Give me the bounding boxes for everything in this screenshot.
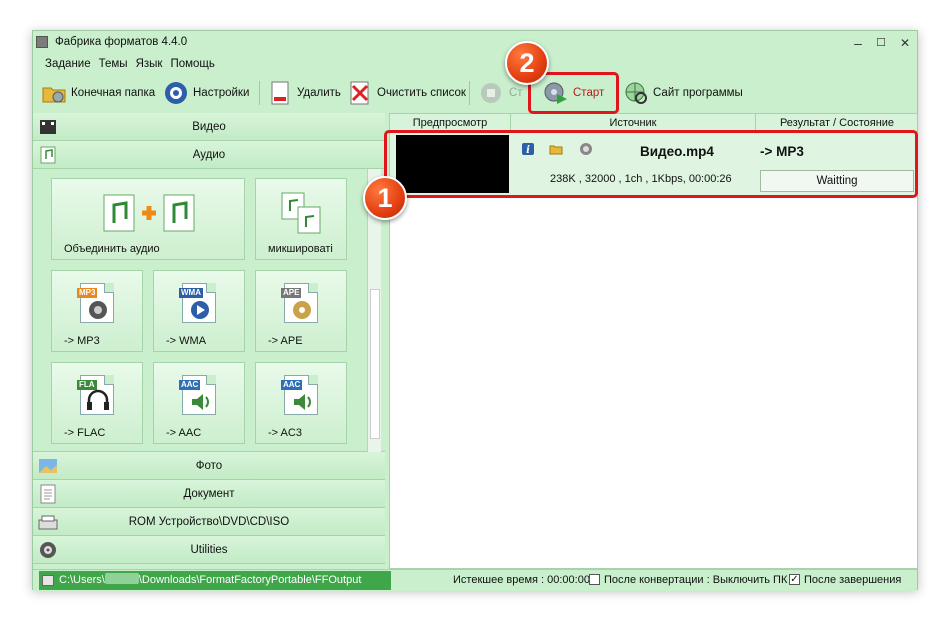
clear-list-label: Очистить список <box>377 87 466 99</box>
photo-icon <box>38 456 58 476</box>
after-conversion-label: После конвертации : Выключить ПК <box>604 574 788 586</box>
close-button[interactable]: ✕ <box>895 34 915 52</box>
website-button[interactable]: Сайт программы <box>623 80 743 106</box>
category-audio[interactable]: Аудио <box>33 141 385 169</box>
menu-task[interactable]: Задание <box>41 55 95 73</box>
output-path-suffix: \Downloads\FormatFactoryPortable\FFOutpu… <box>138 574 362 586</box>
merge-audio-icon <box>102 191 196 238</box>
category-panel: Видео Аудио Объединить аудио микшироваті <box>33 113 385 569</box>
tile-label: -> APE <box>268 335 303 347</box>
tile-label: -> WMA <box>166 335 207 347</box>
aac-tile[interactable]: AAC -> AAC <box>153 362 245 444</box>
output-path-prefix: C:\Users\ <box>59 574 105 586</box>
stop-button[interactable]: Ст <box>479 80 523 106</box>
scrollbar-thumb[interactable] <box>370 289 380 439</box>
output-folder-label: Конечная папка <box>71 87 156 99</box>
category-video-label: Видео <box>192 121 226 133</box>
globe-icon <box>623 80 649 106</box>
output-path[interactable]: C:\Users\ \Downloads\FormatFactoryPortabl… <box>39 571 391 590</box>
settings-label: Настройки <box>193 87 250 99</box>
audio-tiles-grid: Объединить аудио микшироваті MP3 -> MP3 <box>33 169 385 452</box>
after-finish-label: После завершения <box>804 574 902 586</box>
category-photo[interactable]: Фото <box>33 452 385 480</box>
document-icon <box>38 484 58 504</box>
delete-button[interactable]: Удалить <box>267 80 341 106</box>
mix-audio-icon <box>280 191 324 238</box>
play-disc-icon: WMA <box>179 283 216 323</box>
tile-label: -> MP3 <box>64 335 100 347</box>
category-photo-label: Фото <box>195 460 223 472</box>
delete-icon <box>267 80 293 106</box>
cd-icon: APE <box>281 283 318 323</box>
menu-bar: Задание Темы Язык Помощь <box>33 55 917 73</box>
menu-language[interactable]: Язык <box>132 55 167 73</box>
step-badge-1: 1 <box>363 176 407 220</box>
wma-tile[interactable]: WMA -> WMA <box>153 270 245 352</box>
tile-label: -> FLAC <box>64 427 106 439</box>
music-note-icon <box>38 145 58 165</box>
tile-label: -> AAC <box>166 427 202 439</box>
tile-label: микшироваті <box>268 243 333 255</box>
folder-icon <box>41 80 67 106</box>
settings-icon <box>163 80 189 106</box>
toolbar-separator <box>259 81 260 105</box>
drive-icon <box>42 575 54 586</box>
redacted-username <box>104 573 139 584</box>
mix-audio-tile[interactable]: микшироваті <box>255 178 347 260</box>
category-rom[interactable]: ROM Устройство\DVD\CD\ISO <box>33 508 385 536</box>
tile-label: -> AC3 <box>268 427 302 439</box>
music-icon: AAC <box>281 375 318 415</box>
ape-tile[interactable]: APE -> APE <box>255 270 347 352</box>
title-bar: Фабрика форматов 4.4.0 – ☐ ✕ <box>33 31 917 55</box>
elapsed-time: Истекшее время : 00:00:00 <box>453 574 590 586</box>
stop-icon <box>479 80 505 106</box>
minimize-button[interactable]: – <box>848 34 868 52</box>
settings-button[interactable]: Настройки <box>163 80 249 106</box>
category-document[interactable]: Документ <box>33 480 385 508</box>
shutdown-checkbox[interactable] <box>589 574 600 585</box>
headphones-icon: FLA <box>77 375 114 415</box>
menu-themes[interactable]: Темы <box>95 55 132 73</box>
step-badge-2: 2 <box>505 41 549 85</box>
output-folder-button[interactable]: Конечная папка <box>41 80 155 106</box>
maximize-button[interactable]: ☐ <box>871 34 891 52</box>
speaker-icon: MP3 <box>77 283 114 323</box>
category-audio-label: Аудио <box>192 149 226 161</box>
task-row-highlight <box>384 130 918 198</box>
disc-drive-icon <box>38 512 58 532</box>
ac3-tile[interactable]: AAC -> AC3 <box>255 362 347 444</box>
merge-audio-tile[interactable]: Объединить аудио <box>51 178 245 260</box>
app-window: Фабрика форматов 4.4.0 – ☐ ✕ Задание Темы… <box>32 30 918 591</box>
mp3-tile[interactable]: MP3 -> MP3 <box>51 270 143 352</box>
tile-label: Объединить аудио <box>64 243 160 255</box>
category-utilities[interactable]: Utilities <box>33 536 385 564</box>
category-rom-label: ROM Устройство\DVD\CD\ISO <box>128 516 290 528</box>
after-finish-checkbox[interactable]: ✓ <box>789 574 800 585</box>
delete-label: Удалить <box>297 87 341 99</box>
category-utilities-label: Utilities <box>190 544 228 556</box>
toolbar-separator <box>469 81 470 105</box>
stop-label: Ст <box>509 87 523 99</box>
film-icon <box>38 117 58 137</box>
clear-list-button[interactable]: Очистить список <box>347 80 466 106</box>
flac-tile[interactable]: FLA -> FLAC <box>51 362 143 444</box>
utilities-icon <box>38 540 58 560</box>
status-bar: C:\Users\ \Downloads\FormatFactoryPortabl… <box>33 569 917 591</box>
category-document-label: Документ <box>183 488 235 500</box>
app-icon <box>36 36 48 48</box>
window-title: Фабрика форматов 4.4.0 <box>55 36 188 48</box>
menu-help[interactable]: Помощь <box>166 55 218 73</box>
clear-icon <box>347 80 373 106</box>
toolbar: Конечная папка Настройки Удалить Очистит… <box>33 75 917 111</box>
category-video[interactable]: Видео <box>33 113 385 141</box>
website-label: Сайт программы <box>653 87 743 99</box>
music-icon: AAC <box>179 375 216 415</box>
